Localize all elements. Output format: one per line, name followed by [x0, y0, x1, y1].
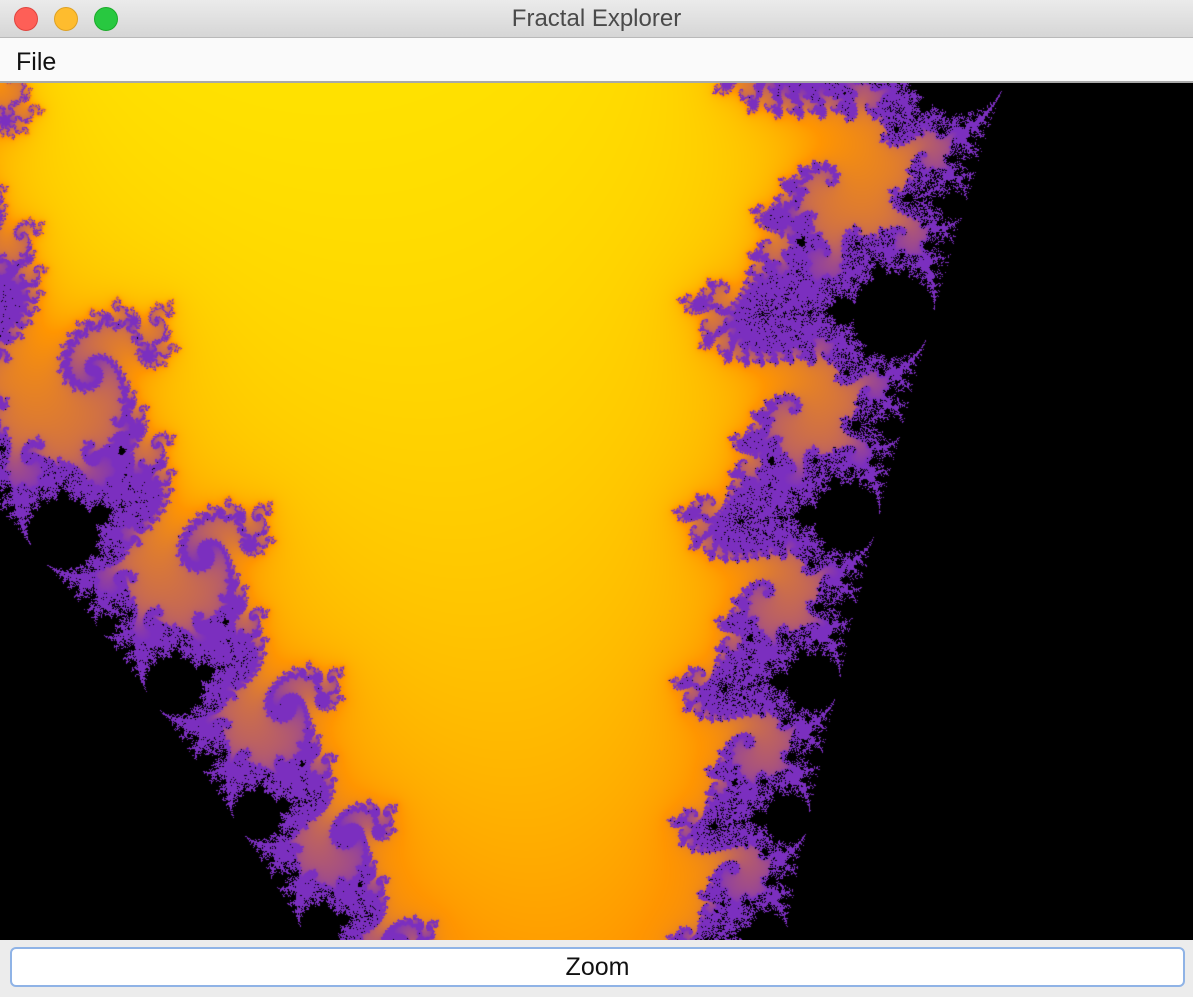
fractal-image[interactable] — [0, 83, 1193, 940]
close-window-button[interactable] — [14, 7, 38, 31]
menu-bar: File — [0, 38, 1193, 83]
app-window: Fractal Explorer File Zoom — [0, 0, 1193, 997]
title-bar[interactable]: Fractal Explorer — [0, 0, 1193, 38]
window-title: Fractal Explorer — [511, 5, 682, 32]
zoom-window-button[interactable] — [94, 7, 118, 31]
minimize-window-button[interactable] — [54, 7, 78, 31]
bottom-panel: Zoom — [0, 940, 1193, 997]
menu-file[interactable]: File — [16, 38, 56, 81]
zoom-button[interactable]: Zoom — [10, 947, 1185, 987]
